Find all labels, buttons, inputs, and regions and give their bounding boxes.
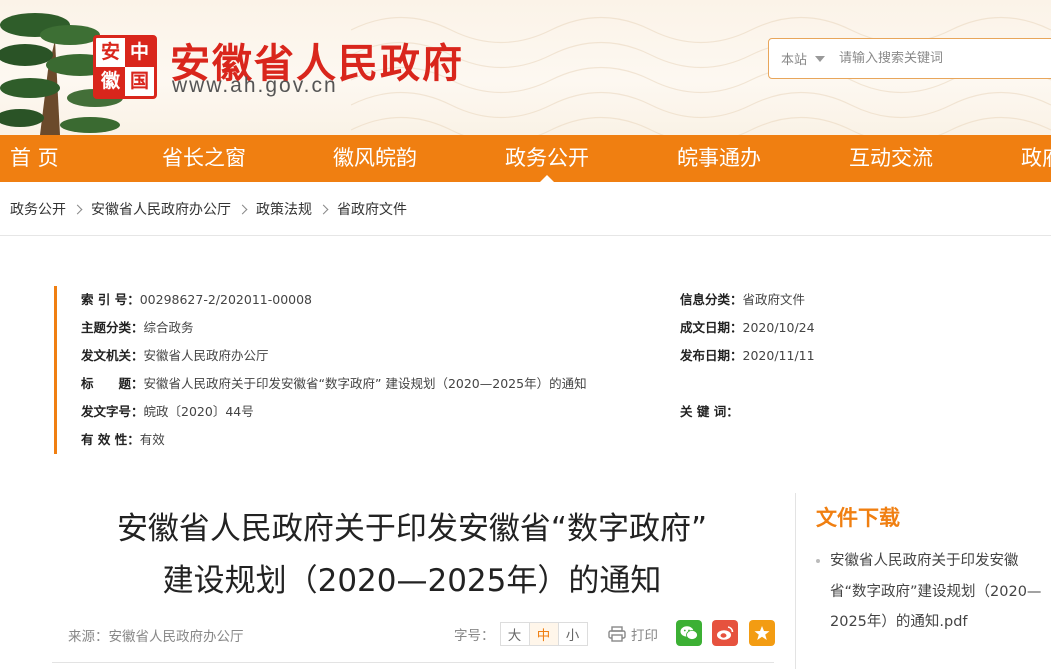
site-url: www.ah.gov.cn	[172, 74, 338, 97]
share-wechat-button[interactable]	[676, 620, 702, 646]
main-nav: 首 页 省长之窗 徽风皖韵 政务公开 皖事通办 互动交流 政府	[0, 135, 1051, 182]
info-label: 有 效 性：	[81, 432, 140, 447]
printer-icon	[608, 626, 626, 642]
info-index-no: 索 引 号：00298627-2/202011-00008	[81, 290, 312, 310]
chevron-right-icon	[72, 204, 83, 214]
info-value: 有效	[139, 432, 165, 447]
font-size-medium-button[interactable]: 中	[528, 622, 559, 646]
search-input[interactable]	[839, 51, 1049, 66]
column-divider	[795, 493, 796, 669]
info-value: 00298627-2/202011-00008	[139, 292, 313, 307]
breadcrumb-item[interactable]: 政策法规	[256, 199, 312, 219]
star-icon	[754, 626, 770, 640]
info-title: 标 题：安徽省人民政府关于印发安徽省“数字政府” 建设规划（2020—2025年…	[81, 374, 587, 394]
breadcrumb: 政务公开 安徽省人民政府办公厅 政策法规 省政府文件	[10, 198, 407, 220]
chevron-right-icon	[237, 204, 248, 214]
nav-item-services[interactable]: 皖事通办	[677, 135, 761, 182]
nav-item-home[interactable]: 首 页	[10, 135, 59, 182]
info-value: 安徽省人民政府关于印发安徽省“数字政府” 建设规划（2020—2025年）的通知	[143, 376, 587, 391]
breadcrumb-item[interactable]: 安徽省人民政府办公厅	[91, 199, 231, 219]
info-label: 标 题：	[81, 376, 144, 391]
info-value: 皖政〔2020〕44号	[143, 404, 254, 419]
logo-seal[interactable]: 安 中 徽 国	[93, 35, 157, 99]
download-section-title: 文件下载	[816, 506, 900, 530]
info-value: 2020/11/11	[742, 348, 815, 363]
download-file-link[interactable]: 安徽省人民政府关于印发安徽省“数字政府”建设规划（2020—2025年）的通知.…	[816, 546, 1051, 638]
nav-item-interaction[interactable]: 互动交流	[849, 135, 933, 182]
seal-char: 徽	[96, 67, 125, 96]
nav-item-governor[interactable]: 省长之窗	[162, 135, 246, 182]
info-issuer: 发文机关：安徽省人民政府办公厅	[81, 346, 269, 366]
info-label: 发文机关：	[81, 348, 144, 363]
info-validity: 有 效 性：有效	[81, 430, 165, 450]
font-size-label: 字号：	[454, 628, 495, 644]
divider	[0, 235, 1051, 236]
info-label: 信息分类：	[680, 292, 743, 307]
font-size-small-button[interactable]: 小	[557, 622, 588, 646]
search-scope-select[interactable]: 本站	[769, 49, 831, 68]
divider	[52, 662, 774, 663]
article-source: 来源：安徽省人民政府办公厅	[68, 629, 244, 645]
info-value: 2020/10/24	[742, 320, 815, 335]
chevron-right-icon	[318, 204, 329, 214]
breadcrumb-item[interactable]: 政务公开	[10, 199, 66, 219]
chevron-down-icon	[815, 55, 826, 62]
weibo-icon	[717, 626, 734, 640]
article-title: 安徽省人民政府关于印发安徽省“数字政府” 建设规划（2020—2025年）的通知	[52, 503, 772, 607]
seal-char: 安	[100, 41, 120, 63]
seal-char: 中	[125, 38, 154, 67]
seal-char: 国	[129, 70, 149, 92]
info-value: 安徽省人民政府办公厅	[143, 348, 269, 363]
article-title-line: 建设规划（2020—2025年）的通知	[162, 563, 662, 599]
info-label: 发文字号：	[81, 404, 144, 419]
info-doc-number: 发文字号：皖政〔2020〕44号	[81, 402, 254, 422]
breadcrumb-item[interactable]: 省政府文件	[337, 199, 407, 219]
wechat-icon	[680, 626, 698, 640]
info-created-date: 成文日期：2020/10/24	[680, 318, 815, 338]
nav-item-government-data[interactable]: 政府	[1021, 135, 1051, 182]
info-label: 发布日期：	[680, 348, 743, 363]
info-label: 主题分类：	[81, 320, 144, 335]
search-scope-label: 本站	[781, 53, 808, 68]
info-category: 信息分类：省政府文件	[680, 290, 805, 310]
nav-item-culture[interactable]: 徽风皖韵	[333, 135, 417, 182]
info-topic: 主题分类：综合政务	[81, 318, 194, 338]
info-value: 综合政务	[143, 320, 194, 335]
info-label: 索 引 号：	[81, 292, 140, 307]
article-meta-bar: 来源：安徽省人民政府办公厅 字号： 大 中 小 打印	[68, 620, 778, 650]
font-size-switcher: 字号： 大 中 小	[454, 622, 588, 646]
search-box: 本站	[768, 38, 1051, 79]
share-weibo-button[interactable]	[712, 620, 738, 646]
info-published-date: 发布日期：2020/11/11	[680, 346, 815, 366]
font-size-large-button[interactable]: 大	[499, 622, 530, 646]
info-value: 省政府文件	[742, 292, 806, 307]
favorite-button[interactable]	[749, 620, 775, 646]
info-label: 成文日期：	[680, 320, 743, 335]
nav-item-government-affairs[interactable]: 政务公开	[505, 135, 589, 182]
print-label: 打印	[631, 628, 658, 644]
site-header: 安 中 徽 国 安徽省人民政府 www.ah.gov.cn 本站	[0, 0, 1051, 135]
print-button[interactable]: 打印	[608, 624, 658, 644]
info-label: 关 键 词：	[680, 404, 739, 419]
article-title-line: 安徽省人民政府关于印发安徽省“数字政府”	[116, 511, 708, 547]
document-info-table: 索 引 号：00298627-2/202011-00008 信息分类：省政府文件…	[54, 286, 974, 454]
info-keywords: 关 键 词：	[680, 402, 739, 422]
